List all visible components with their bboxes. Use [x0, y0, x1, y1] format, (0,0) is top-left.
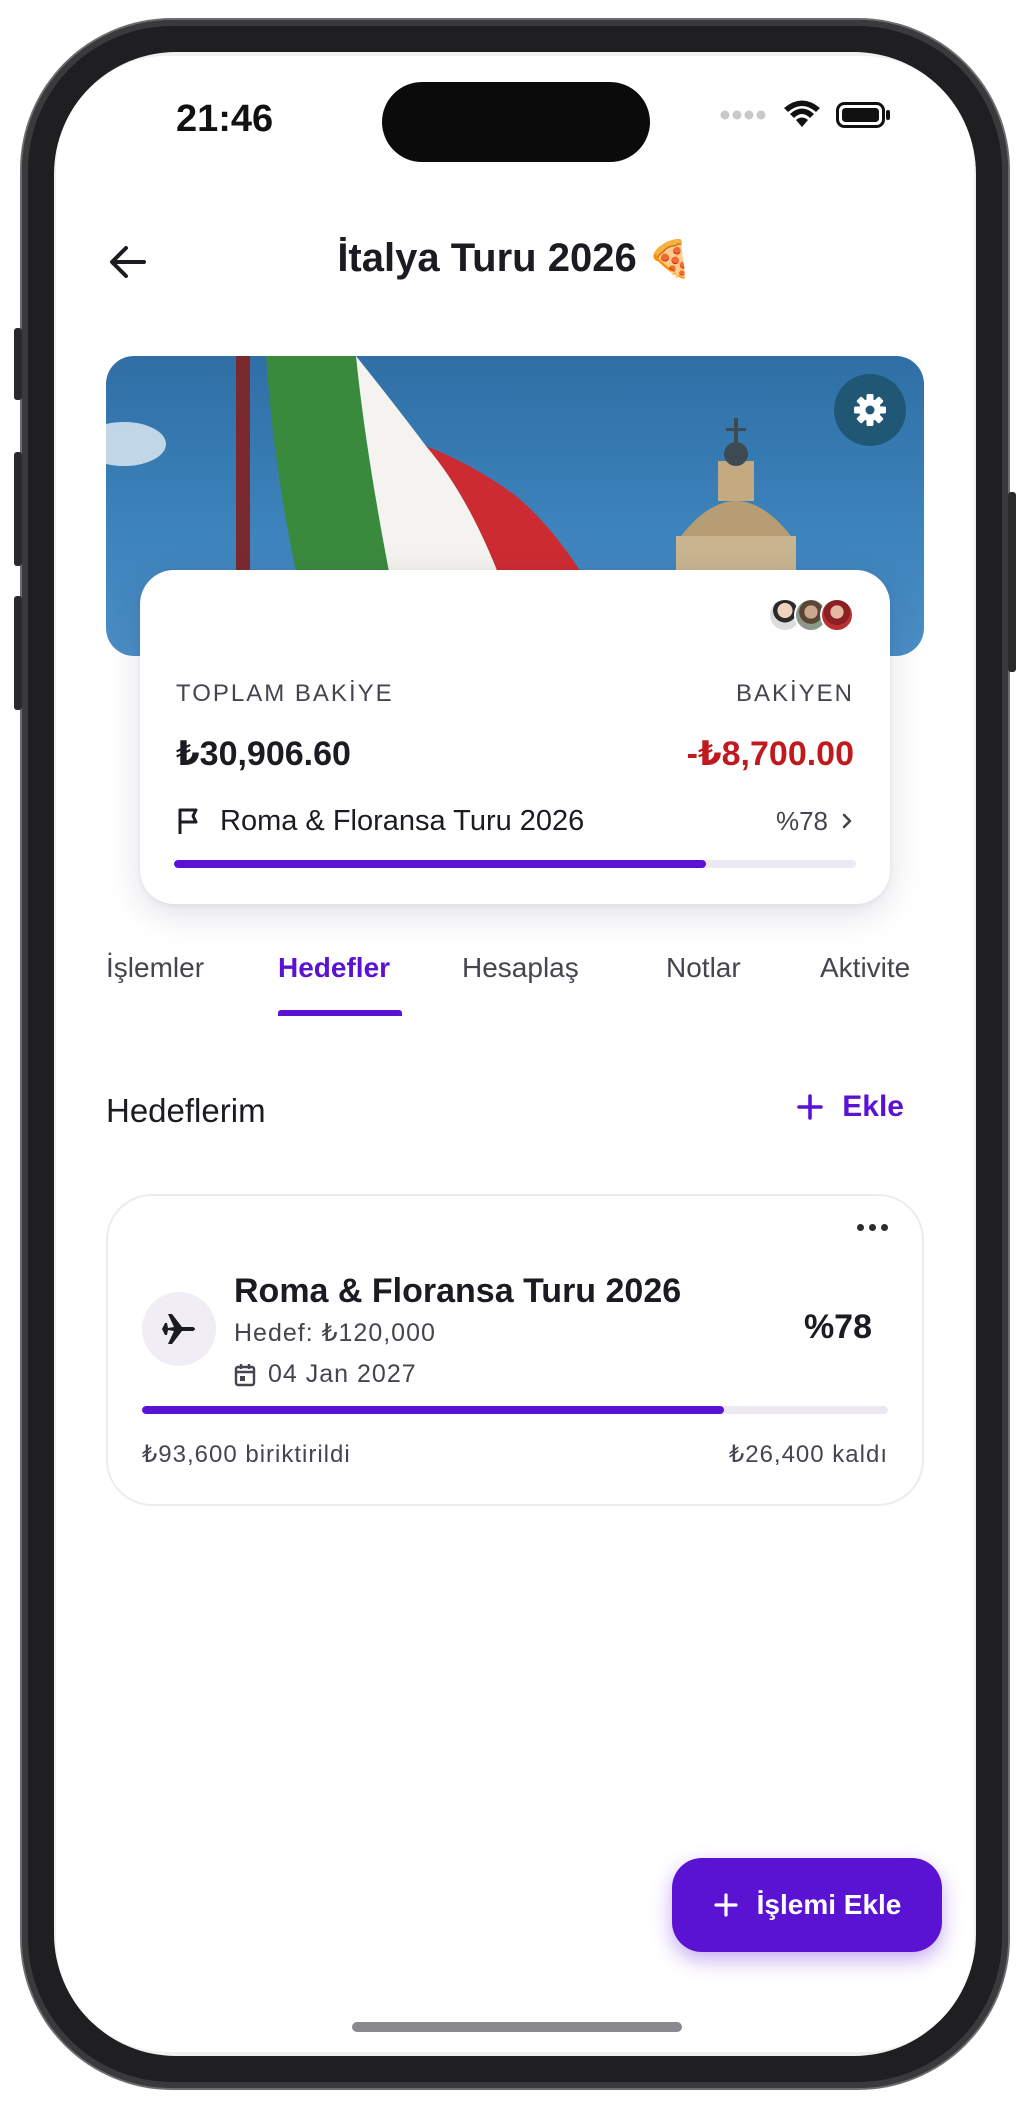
tab-bar: İşlemler Hedefler Hesaplaş Notlar Aktivi… [106, 952, 926, 1022]
goal-category-badge [142, 1292, 216, 1366]
my-balance-label: BAKİYEN [735, 680, 854, 707]
flag-icon [178, 808, 198, 834]
goal-date: 04 Jan 2027 [234, 1360, 417, 1389]
goal-name: Roma & Floransa Turu 2026 [234, 1272, 682, 1310]
add-goal-label: Ekle [842, 1090, 904, 1123]
goal-progress-fill [142, 1406, 724, 1414]
add-transaction-button[interactable]: İşlemi Ekle [672, 1858, 942, 1952]
goal-progress [142, 1406, 888, 1414]
active-goal-progress-fill [174, 860, 706, 868]
status-time: 21:46 [176, 98, 274, 140]
dot [881, 1224, 888, 1231]
tab-active-indicator [278, 1010, 402, 1016]
dot [869, 1224, 876, 1231]
avatar [820, 598, 854, 632]
plus-icon [714, 1893, 738, 1917]
tab-transactions[interactable]: İşlemler [106, 952, 204, 984]
balance-summary-card[interactable]: TOPLAM BAKİYE ₺30,906.60 BAKİYEN -₺8,700… [140, 570, 890, 904]
tab-activity[interactable]: Aktivite [820, 952, 910, 984]
calendar-icon [234, 1363, 256, 1386]
settings-button[interactable] [834, 374, 906, 446]
wifi-icon [784, 100, 820, 127]
volume-down-button [14, 596, 22, 710]
plus-icon [797, 1094, 824, 1120]
signal-icon [720, 110, 766, 120]
gear-icon [854, 394, 886, 426]
chevron-right-icon [842, 813, 852, 829]
active-goal-name: Roma & Floransa Turu 2026 [220, 804, 585, 837]
app-screen: 21:46 İtalya Turu 2026 🍕 TOPLAM BAKİYE ₺… [56, 56, 974, 2052]
dynamic-island [382, 82, 650, 162]
page-title-text: İtalya Turu 2026 [337, 236, 637, 280]
more-options-button[interactable] [857, 1224, 888, 1231]
home-indicator [352, 2022, 682, 2032]
total-balance-label: TOPLAM BAKİYE [176, 680, 394, 707]
goals-section-title: Hedeflerim [106, 1092, 266, 1129]
tab-notes[interactable]: Notlar [666, 952, 741, 984]
active-goal-progress [174, 860, 856, 868]
add-transaction-label: İşlemi Ekle [756, 1889, 902, 1920]
add-goal-button[interactable]: Ekle [796, 1090, 904, 1124]
battery-icon [836, 102, 890, 128]
member-avatars[interactable] [768, 598, 854, 632]
active-goal-row[interactable]: Roma & Floransa Turu 2026 %78 [176, 796, 854, 846]
active-goal-percent: %78 [775, 805, 828, 836]
goal-remaining-amount: ₺26,400 kaldı [728, 1441, 888, 1468]
action-button [14, 328, 22, 400]
tab-goals[interactable]: Hedefler [278, 952, 390, 984]
dot [857, 1224, 864, 1231]
goal-saved-amount: ₺93,600 biriktirildi [142, 1441, 351, 1468]
goal-target: Hedef: ₺120,000 [234, 1319, 436, 1347]
volume-up-button [14, 452, 22, 566]
goal-percent: %78 [803, 1308, 872, 1346]
tab-settle-up[interactable]: Hesaplaş [462, 952, 579, 984]
status-icons [720, 100, 892, 130]
goal-card[interactable]: Roma & Floransa Turu 2026 Hedef: ₺120,00… [106, 1194, 924, 1506]
page-title: İtalya Turu 2026 🍕 [56, 236, 974, 281]
goal-date-text: 04 Jan 2027 [268, 1360, 417, 1388]
total-balance-value: ₺30,906.60 [176, 735, 351, 773]
my-balance-value: -₺8,700.00 [686, 735, 854, 773]
airplane-icon [162, 1314, 195, 1344]
pizza-emoji: 🍕 [647, 239, 693, 280]
power-button [1008, 492, 1016, 672]
